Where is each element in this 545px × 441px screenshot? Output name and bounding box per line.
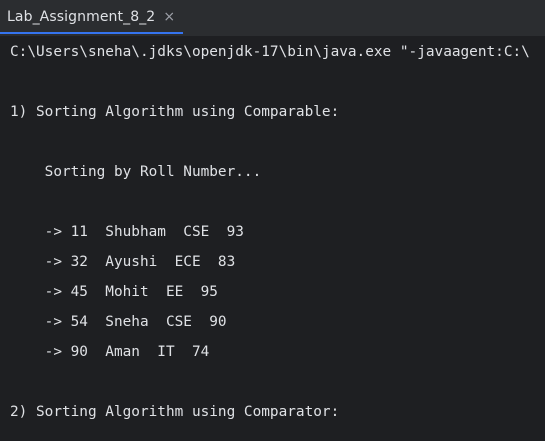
tab-lab-assignment[interactable]: Lab_Assignment_8_2 × xyxy=(0,0,184,34)
run-tool-window: Lab_Assignment_8_2 × C:\Users\sneha\.jdk… xyxy=(0,0,545,441)
tab-label: Lab_Assignment_8_2 xyxy=(7,9,156,25)
active-tab-indicator xyxy=(0,32,184,34)
console-output[interactable]: C:\Users\sneha\.jdks\openjdk-17\bin\java… xyxy=(0,37,545,441)
close-icon[interactable]: × xyxy=(163,10,175,24)
output-row: -> 45 Mohit EE 95 xyxy=(10,284,218,300)
section-title-comparator: 2) Sorting Algorithm using Comparator: xyxy=(10,404,340,420)
sorting-message: Sorting by Roll Number... xyxy=(10,164,262,180)
output-row: -> 11 Shubham CSE 93 xyxy=(10,224,244,240)
tab-bar: Lab_Assignment_8_2 × xyxy=(0,0,545,37)
output-row: -> 32 Ayushi ECE 83 xyxy=(10,254,236,270)
command-line: C:\Users\sneha\.jdks\openjdk-17\bin\java… xyxy=(10,44,530,60)
section-title-comparable: 1) Sorting Algorithm using Comparable: xyxy=(10,104,340,120)
output-row: -> 90 Aman IT 74 xyxy=(10,344,210,360)
output-row: -> 54 Sneha CSE 90 xyxy=(10,314,227,330)
